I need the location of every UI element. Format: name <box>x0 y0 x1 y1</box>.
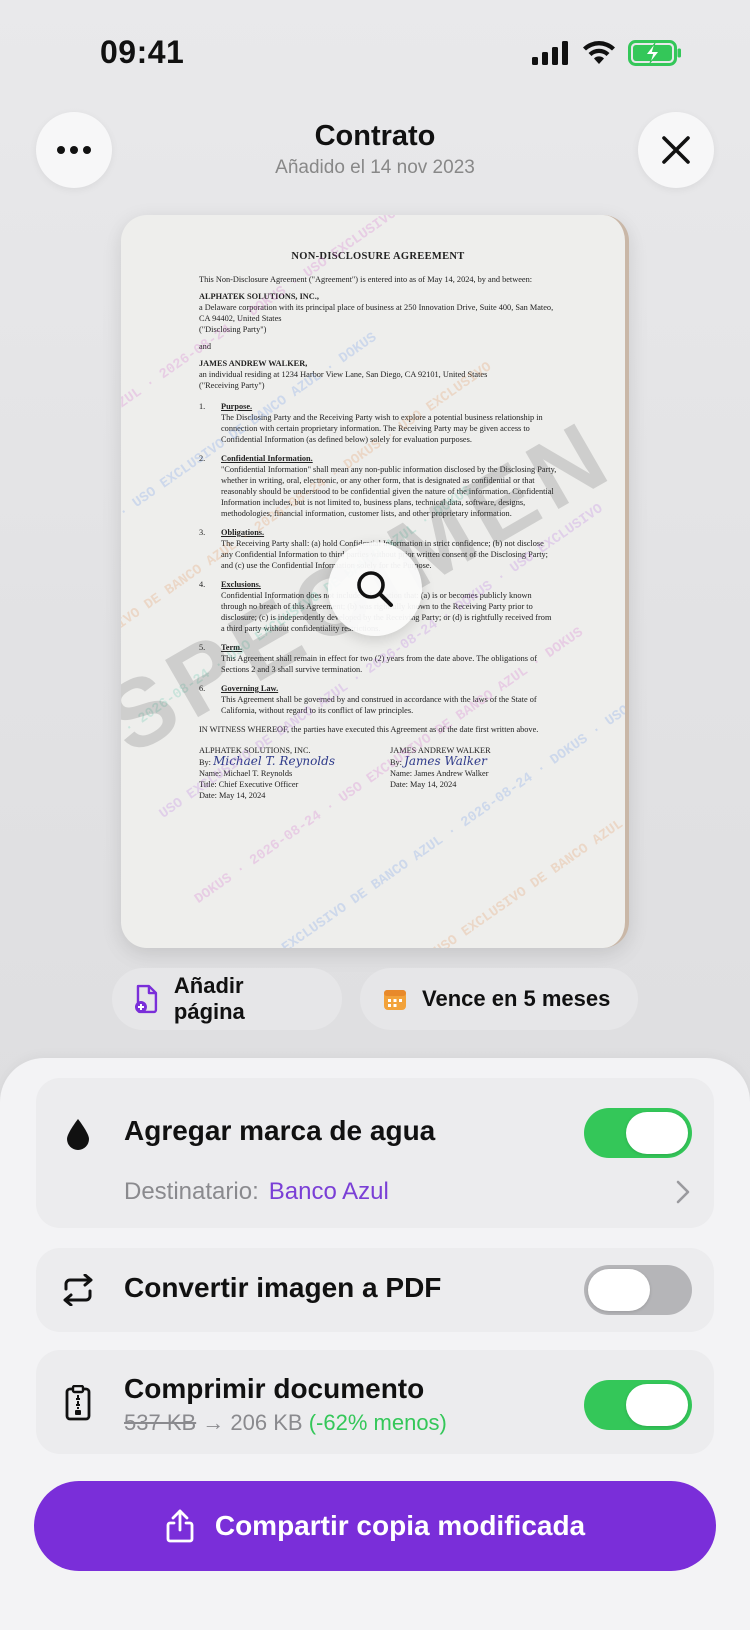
watermark-toggle[interactable] <box>584 1108 692 1158</box>
doc-party2-role: ("Receiving Party") <box>199 381 265 390</box>
doc-party1-role: ("Disclosing Party") <box>199 325 267 334</box>
zoom-button[interactable] <box>328 542 422 636</box>
share-button[interactable]: Compartir copia modificada <box>34 1481 716 1571</box>
toggle-knob <box>588 1269 650 1311</box>
chevron-right-icon[interactable] <box>676 1180 690 1204</box>
doc-section-title: Purpose. <box>221 402 253 411</box>
doc-party1-desc: a Delaware corporation with its principa… <box>199 303 554 323</box>
size-arrow: → <box>202 1410 225 1435</box>
add-page-label: Añadir página <box>173 973 245 1024</box>
document-preview[interactable]: NON-DISCLOSURE AGREEMENT This Non-Disclo… <box>121 215 629 948</box>
recipient-value: Banco Azul <box>268 1178 389 1205</box>
handwritten-signature: James Walker <box>404 754 487 768</box>
doc-party1-name: ALPHATEK SOLUTIONS, INC., <box>199 292 319 301</box>
doc-section-body: This Agreement shall be governed by and … <box>221 695 537 715</box>
doc-section-num: 2. <box>199 454 206 463</box>
compress-label: Comprimir documento <box>124 1373 425 1404</box>
magnifier-icon <box>357 571 393 607</box>
sig-name: Name: James Andrew Walker <box>390 769 489 778</box>
signature-block-left: ALPHATEK SOLUTIONS, INC. By: Michael T. … <box>199 745 366 801</box>
doc-section-num: 4. <box>199 580 206 589</box>
status-bar: 09:41 <box>0 0 750 110</box>
add-page-icon <box>134 984 158 1014</box>
signature-block-right: JAMES ANDREW WALKER By: James Walker Nam… <box>390 745 557 801</box>
share-icon <box>166 1509 194 1543</box>
convert-label: Convertir imagen a PDF <box>124 1272 442 1303</box>
document-page: NON-DISCLOSURE AGREEMENT This Non-Disclo… <box>121 215 625 801</box>
doc-section-title: Term. <box>221 643 243 652</box>
convert-toggle[interactable] <box>584 1265 692 1315</box>
sig-title: Title: Chief Executive Officer <box>199 780 299 789</box>
status-time: 09:41 <box>100 34 185 70</box>
watermark-label: Agregar marca de agua <box>124 1115 436 1146</box>
doc-heading: NON-DISCLOSURE AGREEMENT <box>291 251 465 262</box>
doc-section: 5. Term. This Agreement shall remain in e… <box>199 642 557 675</box>
doc-section-num: 5. <box>199 643 206 652</box>
doc-section-body: "Confidential Information" shall mean an… <box>221 465 557 518</box>
doc-section-title: Governing Law. <box>221 684 279 693</box>
doc-and: and <box>199 342 211 351</box>
status-icons <box>532 40 682 66</box>
battery-charging-icon <box>628 40 681 66</box>
doc-section-num: 1. <box>199 402 206 411</box>
watermark-line: DOKUS · 2026-08-24 · USO EXCLUSIVO DE BA… <box>287 778 629 948</box>
signal-icon <box>532 41 568 65</box>
doc-signatures: ALPHATEK SOLUTIONS, INC. By: Michael T. … <box>199 745 557 801</box>
sig-name: Name: Michael T. Reynolds <box>199 769 293 778</box>
expiry-label: Vence en 5 meses <box>422 986 611 1011</box>
handwritten-signature: Michael T. Reynolds <box>213 754 335 768</box>
sig-by: By: <box>199 758 211 767</box>
doc-section-title: Obligations. <box>221 528 265 537</box>
doc-party2-name: JAMES ANDREW WALKER, <box>199 359 308 368</box>
doc-witness: IN WITNESS WHEREOF, the parties have exe… <box>199 725 539 734</box>
toggle-knob <box>626 1384 688 1426</box>
doc-section-num: 3. <box>199 528 206 537</box>
size-before: 537 KB <box>124 1410 197 1435</box>
toggle-knob <box>626 1112 688 1154</box>
doc-section: 6. Governing Law. This Agreement shall be… <box>199 683 557 716</box>
doc-section-body: This Agreement shall remain in effect fo… <box>221 654 538 674</box>
sig-date: Date: May 14, 2024 <box>199 791 266 800</box>
doc-section: 2. Confidential Information. "Confidentia… <box>199 453 557 519</box>
added-date: Añadido el 14 nov 2023 <box>275 157 475 178</box>
water-drop-icon <box>60 1116 96 1152</box>
doc-section-title: Confidential Information. <box>221 454 313 463</box>
sig-by: By: <box>390 758 402 767</box>
recipient-label: Destinatario: <box>124 1178 259 1205</box>
add-page-button[interactable]: Añadir página <box>112 968 342 1030</box>
doc-section: 1. Purpose. The Disclosing Party and the … <box>199 401 557 445</box>
recipient-row[interactable]: Destinatario: Banco Azul <box>124 1178 389 1206</box>
size-saving: (-62% menos) <box>308 1410 447 1435</box>
sig-date: Date: May 14, 2024 <box>390 780 457 789</box>
size-after: 206 KB <box>230 1410 303 1435</box>
close-button[interactable] <box>638 112 714 188</box>
zip-file-icon <box>60 1385 96 1421</box>
close-icon <box>662 136 690 164</box>
doc-section-body: The Disclosing Party and the Receiving P… <box>221 413 543 444</box>
compress-toggle[interactable] <box>584 1380 692 1430</box>
doc-party2-desc: an individual residing at 1234 Harbor Vi… <box>199 370 488 379</box>
compress-size-info: 537 KB → 206 KB (-62% menos) <box>124 1410 447 1436</box>
convert-arrows-icon <box>60 1272 96 1308</box>
calendar-icon <box>384 990 406 1010</box>
doc-section-num: 6. <box>199 684 206 693</box>
doc-intro: This Non-Disclosure Agreement ("Agreemen… <box>199 275 533 284</box>
expiry-button[interactable]: Vence en 5 meses <box>360 968 638 1030</box>
wifi-icon <box>583 41 615 64</box>
share-label: Compartir copia modificada <box>214 1510 586 1541</box>
